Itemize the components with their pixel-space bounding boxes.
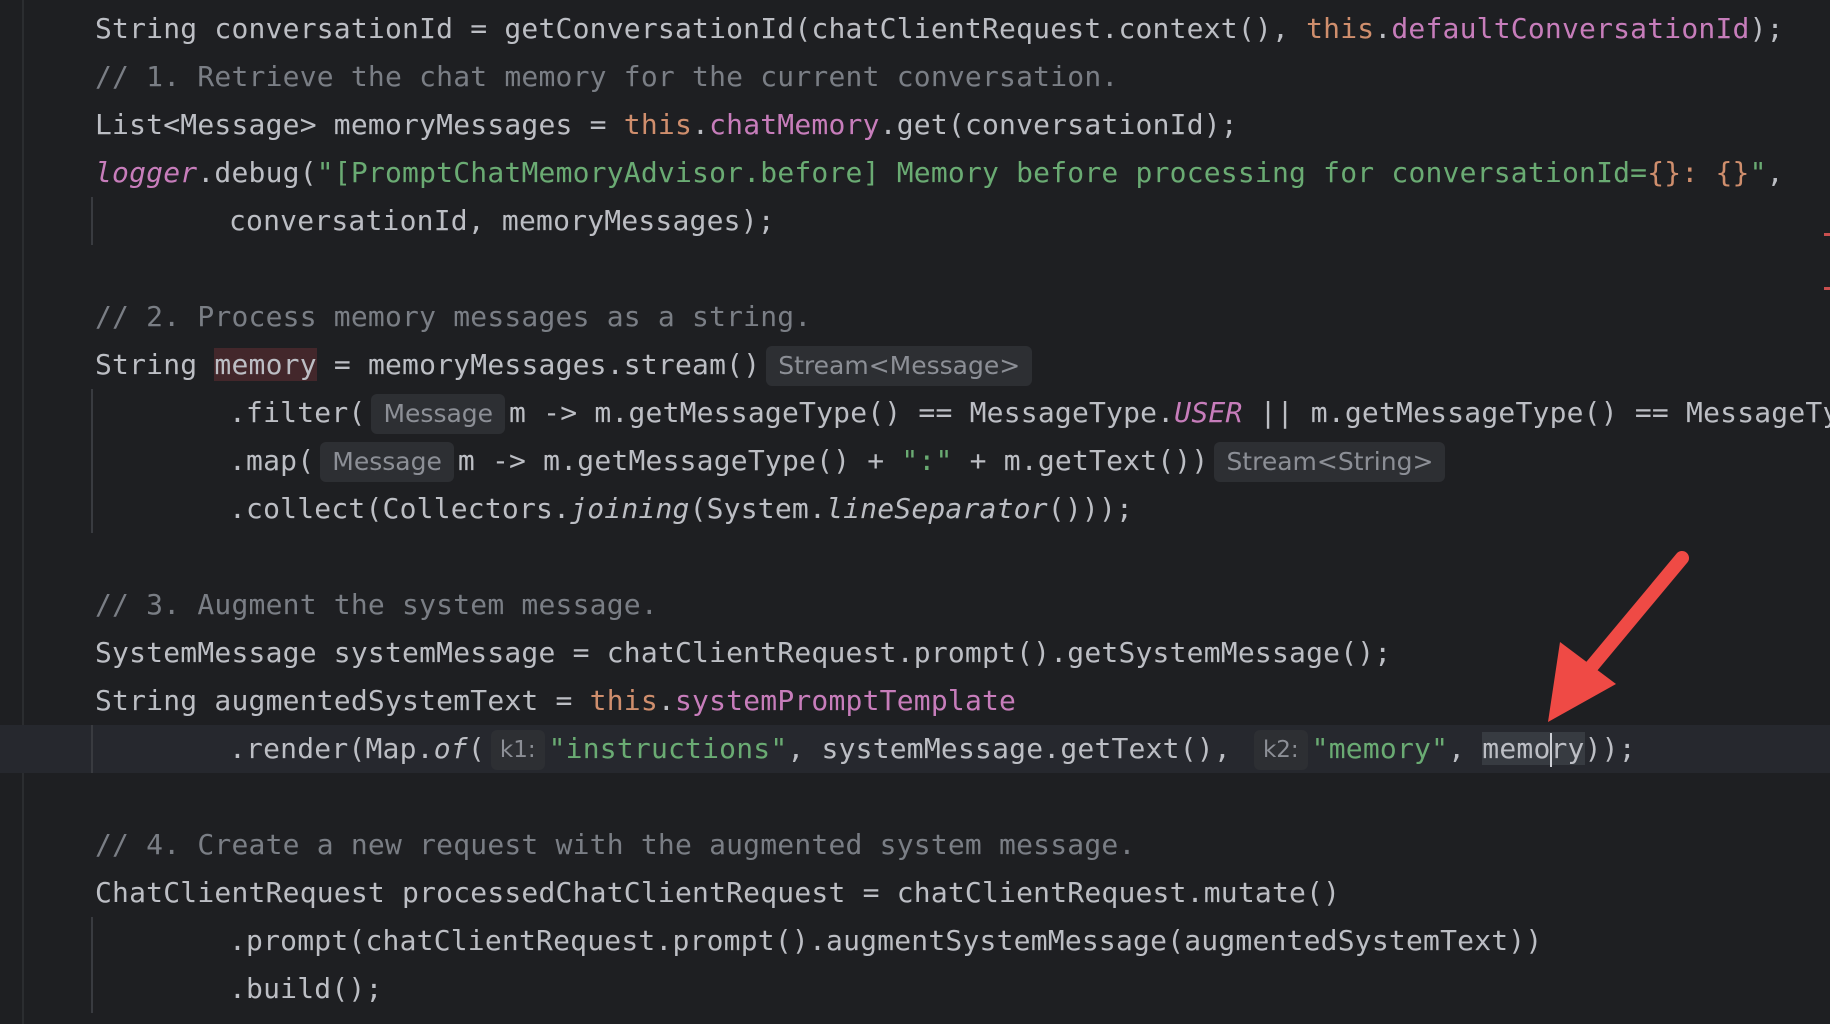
indent-guide bbox=[91, 725, 93, 773]
code-text: + m.getText()) bbox=[952, 444, 1209, 477]
code-text: , bbox=[1448, 732, 1483, 765]
string-literal: "[PromptChatMemoryAdvisor.before] Memory… bbox=[316, 156, 1648, 189]
string-literal: "memory" bbox=[1311, 732, 1449, 765]
parameter-type-hint: Message bbox=[320, 442, 454, 482]
keyword-this: this bbox=[623, 108, 693, 141]
code-text: String bbox=[95, 348, 215, 381]
code-line-9[interactable]: .map(Message m -> m.getMessageType() + ":… bbox=[229, 437, 1449, 485]
code-line-7[interactable]: String memory = memoryMessages.stream() S… bbox=[95, 341, 1036, 389]
code-text: . bbox=[1374, 12, 1392, 45]
static-method: of bbox=[433, 732, 468, 765]
code-text: || m.getMessageType() == MessageTyp bbox=[1242, 396, 1830, 429]
error-stripe-mark bbox=[1824, 287, 1830, 290]
code-text: ())); bbox=[1047, 492, 1134, 525]
code-text: , systemMessage.getText(), bbox=[787, 732, 1248, 765]
code-line-1[interactable]: String conversationId = getConversationI… bbox=[95, 5, 1784, 53]
code-text: String conversationId = getConversationI… bbox=[95, 12, 1307, 45]
code-text: .filter( bbox=[229, 396, 366, 429]
enum-constant: USER bbox=[1174, 396, 1243, 429]
code-text: .debug( bbox=[197, 156, 317, 189]
code-text: .map( bbox=[229, 444, 315, 477]
code-text: List<Message> memoryMessages = bbox=[95, 108, 624, 141]
type-inlay-hint: Stream<String> bbox=[1214, 442, 1446, 482]
error-stripe-mark bbox=[1824, 233, 1830, 236]
code-line-17[interactable]: .prompt(chatClientRequest.prompt().augme… bbox=[229, 917, 1542, 965]
code-line-4[interactable]: logger.debug("[PromptChatMemoryAdvisor.b… bbox=[95, 149, 1784, 197]
code-text: (System. bbox=[689, 492, 827, 525]
format-placeholders: {}: {} bbox=[1647, 156, 1750, 189]
code-comment[interactable]: // 3. Augment the system message. bbox=[95, 581, 658, 629]
code-text: . bbox=[657, 684, 675, 717]
code-text: )); bbox=[1584, 732, 1636, 765]
code-text: ry bbox=[1550, 732, 1585, 765]
code-text: memo bbox=[1482, 732, 1551, 765]
code-line-16[interactable]: ChatClientRequest processedChatClientReq… bbox=[95, 869, 1340, 917]
code-comment[interactable]: // 1. Retrieve the chat memory for the c… bbox=[95, 53, 1118, 101]
indent-guide bbox=[91, 389, 93, 533]
static-method: lineSeparator bbox=[826, 492, 1048, 525]
variable-memory-highlight[interactable]: memory bbox=[214, 348, 317, 381]
code-text: .render(Map. bbox=[229, 732, 434, 765]
parameter-name-hint: k2: bbox=[1253, 730, 1308, 770]
field-reference: defaultConversationId bbox=[1391, 12, 1750, 45]
keyword-this: this bbox=[1306, 12, 1375, 45]
string-literal: ":" bbox=[901, 444, 953, 477]
code-line-10[interactable]: .collect(Collectors.joining(System.lineS… bbox=[229, 485, 1133, 533]
indent-guide bbox=[91, 917, 93, 1013]
code-text: .collect(Collectors. bbox=[229, 492, 571, 525]
code-comment[interactable]: // 2. Process memory messages as a strin… bbox=[95, 293, 811, 341]
code-text: , bbox=[1766, 156, 1784, 189]
code-line-18[interactable]: .build(); bbox=[229, 965, 383, 1013]
code-line-13[interactable]: String augmentedSystemText = this.system… bbox=[95, 677, 1016, 725]
code-text: m -> m.getMessageType() == MessageType. bbox=[509, 396, 1175, 429]
code-line-8[interactable]: .filter(Message m -> m.getMessageType() =… bbox=[229, 389, 1830, 437]
static-field-logger: logger bbox=[95, 156, 198, 189]
code-editor[interactable]: String conversationId = getConversationI… bbox=[0, 0, 1830, 1024]
static-method: joining bbox=[570, 492, 690, 525]
variable-memory-usage[interactable]: memory bbox=[1482, 732, 1585, 767]
code-text: ); bbox=[1749, 12, 1784, 45]
annotation-arrow-icon bbox=[1548, 551, 1689, 722]
code-text: .get(conversationId); bbox=[879, 108, 1238, 141]
code-text: String augmentedSystemText = bbox=[95, 684, 590, 717]
code-line-3[interactable]: List<Message> memoryMessages = this.chat… bbox=[95, 101, 1238, 149]
code-line-14[interactable]: .render(Map.of(k1: "instructions", system… bbox=[229, 725, 1636, 773]
keyword-this: this bbox=[589, 684, 658, 717]
code-text: . bbox=[692, 108, 710, 141]
indent-guide bbox=[91, 197, 93, 245]
code-text: m -> m.getMessageType() + bbox=[457, 444, 902, 477]
gutter-separator bbox=[22, 0, 24, 1024]
parameter-name-hint: k1: bbox=[490, 730, 545, 770]
code-text: = memoryMessages.stream() bbox=[316, 348, 761, 381]
code-comment[interactable]: // 4. Create a new request with the augm… bbox=[95, 821, 1136, 869]
code-line-5[interactable]: conversationId, memoryMessages); bbox=[229, 197, 775, 245]
code-text: ( bbox=[467, 732, 485, 765]
field-reference: chatMemory bbox=[709, 108, 880, 141]
type-inlay-hint: Stream<Message> bbox=[766, 346, 1033, 386]
string-literal: " bbox=[1749, 156, 1767, 189]
code-line-12[interactable]: SystemMessage systemMessage = chatClient… bbox=[95, 629, 1391, 677]
field-reference: systemPromptTemplate bbox=[674, 684, 1017, 717]
parameter-type-hint: Message bbox=[371, 394, 506, 434]
string-literal: "instructions" bbox=[548, 732, 788, 765]
